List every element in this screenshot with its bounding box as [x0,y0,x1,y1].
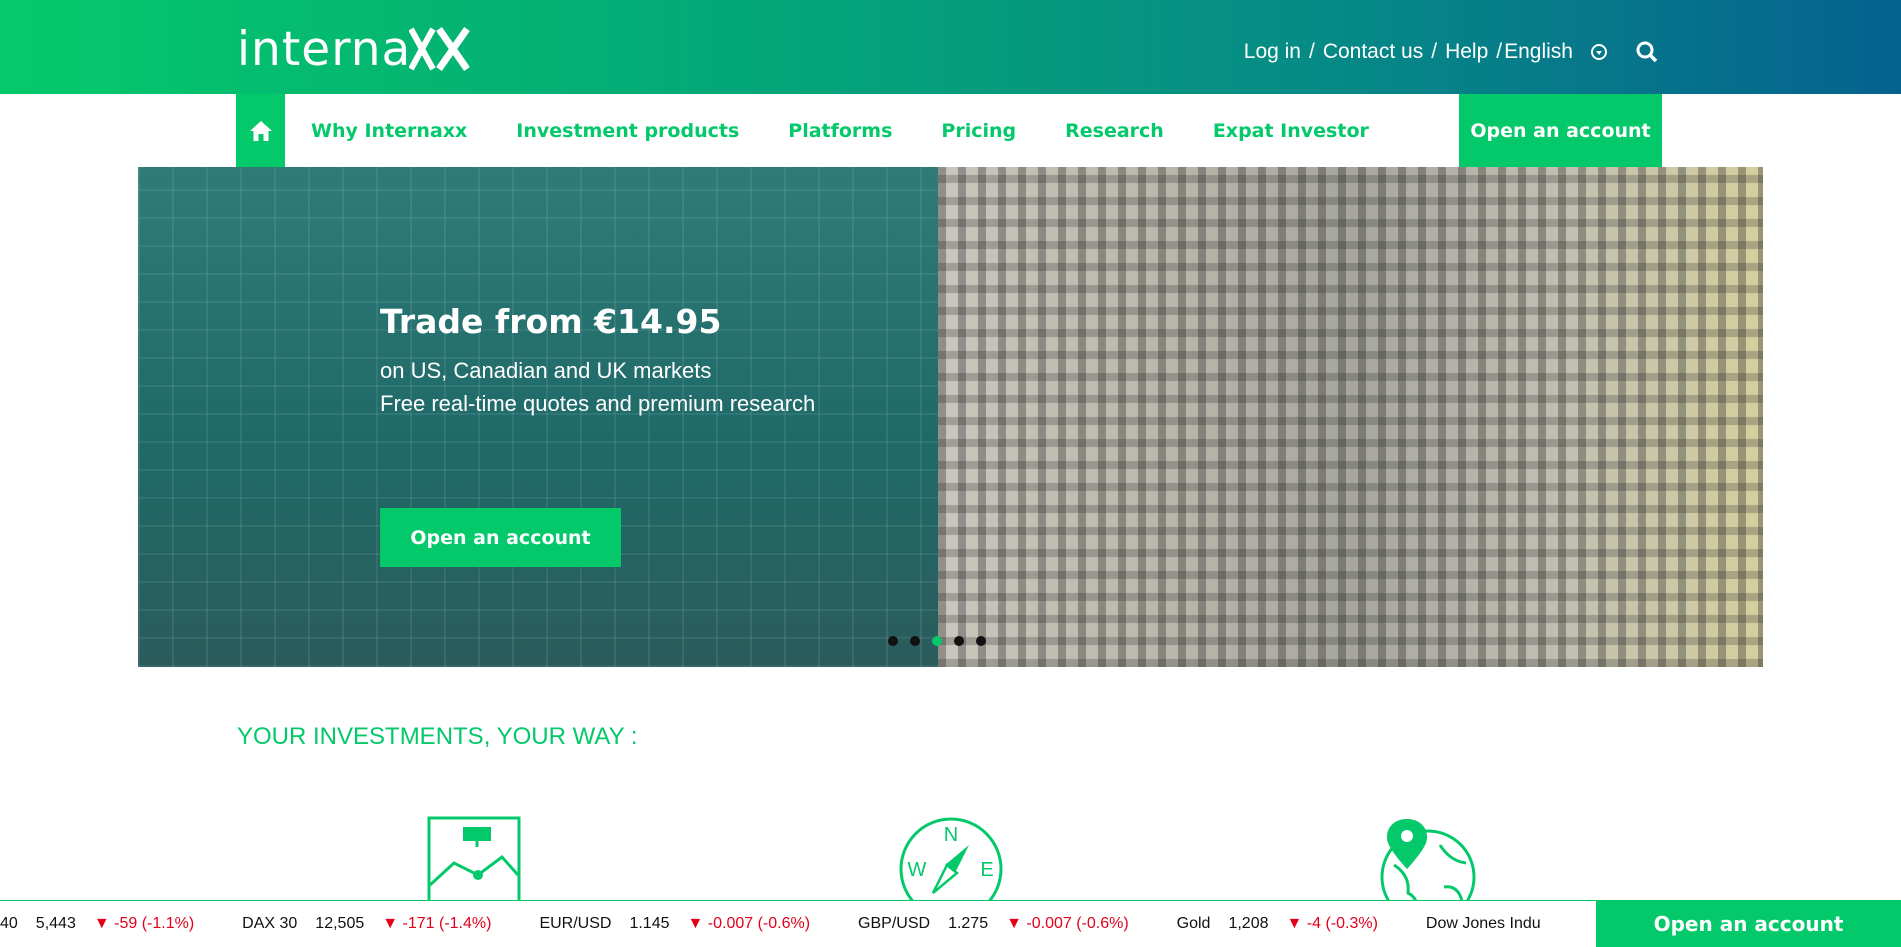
utility-nav: Log in / Contact us / Help / English [1244,38,1659,66]
ticker-item[interactable]: Gold 1,208 ▼ -4 (-0.3%) [1177,915,1378,933]
ticker-item[interactable]: Dow Jones Indu [1426,915,1559,933]
ticker-value: 12,505 [315,915,365,932]
ticker-name: Gold [1176,915,1211,932]
separator: / [1431,40,1438,63]
hero-subtitle-1: on US, Canadian and UK markets [380,358,712,383]
logo-xx-mark [409,26,471,72]
carousel-dot-1[interactable] [888,636,898,646]
hero-carousel: Trade from €14.95 on US, Canadian and UK… [138,167,1763,667]
carousel-dot-3[interactable] [932,636,942,646]
help-link[interactable]: Help [1445,40,1488,64]
chart-board-icon [426,815,522,900]
logo-text: interna [237,21,412,77]
main-nav: Why Internaxx Investment products Platfo… [236,94,1662,167]
ticker-change: ▼ -0.007 (-0.6%) [1006,915,1129,932]
svg-text:N: N [944,824,958,846]
ticker-value: 5,443 [35,915,76,932]
hero-image-city-buildings [938,167,1763,667]
ticker-value: 1.275 [948,915,989,932]
ticker-item[interactable]: EUR/USD 1.145 ▼ -0.007 (-0.6%) [539,915,810,933]
svg-text:W: W [908,859,927,881]
ticker-change: ▼ -59 (-1.1%) [93,915,195,932]
ticker-name: Dow Jones Indu [1425,915,1541,932]
language-selector[interactable]: English [1504,40,1573,64]
ticker-item[interactable]: 40 5,443 ▼ -59 (-1.1%) [0,915,194,933]
search-icon[interactable] [1635,40,1659,64]
ticker-change: ▼ -4 (-0.3%) [1286,915,1378,932]
carousel-dots [888,636,998,646]
carousel-dot-5[interactable] [976,636,986,646]
hero-title: Trade from €14.95 [380,302,722,341]
separator: / [1308,40,1315,63]
carousel-dot-4[interactable] [954,636,964,646]
ticker-change: ▼ -171 (-1.4%) [382,915,492,932]
contact-link[interactable]: Contact us [1323,40,1423,64]
ticker-change: ▼ -0.007 (-0.6%) [687,915,811,932]
nav-expat-investor[interactable]: Expat Investor [1213,120,1369,142]
hero-image-glass-facade [138,167,938,667]
logo[interactable]: interna [237,21,471,77]
ticker-name: DAX 30 [242,915,298,932]
carousel-dot-2[interactable] [910,636,920,646]
ticker-item[interactable]: DAX 30 12,505 ▼ -171 (-1.4%) [242,915,491,933]
ticker-name: 40 [0,915,18,932]
ticker-name: GBP/USD [858,915,931,932]
ticker-value: 1.145 [629,915,670,932]
home-icon [249,120,272,141]
hero-subtitle-2: Free real-time quotes and premium resear… [380,391,816,416]
compass-icon: N W E [897,815,1005,900]
svg-text:E: E [980,859,993,881]
language-dropdown-icon[interactable] [1591,44,1607,60]
nav-why-internaxx[interactable]: Why Internaxx [311,120,467,142]
home-button[interactable] [236,94,285,167]
ticker-open-account-button[interactable]: Open an account [1596,900,1901,947]
section-title: YOUR INVESTMENTS, YOUR WAY : [237,723,638,750]
ticker-item[interactable]: GBP/USD 1.275 ▼ -0.007 (-0.6%) [858,915,1129,933]
nav-platforms[interactable]: Platforms [788,120,892,142]
nav-investment-products[interactable]: Investment products [516,120,739,142]
hero-open-account-button[interactable]: Open an account [380,508,621,567]
nav-research[interactable]: Research [1065,120,1164,142]
ticker-name: EUR/USD [539,915,612,932]
top-header: interna Log in / Contact us / Help / Eng… [0,0,1901,94]
globe-pin-icon [1370,815,1480,900]
nav-pricing[interactable]: Pricing [941,120,1016,142]
separator: / [1496,40,1503,63]
open-account-button[interactable]: Open an account [1459,94,1662,167]
login-link[interactable]: Log in [1244,40,1301,64]
ticker-value: 1,208 [1228,915,1269,932]
